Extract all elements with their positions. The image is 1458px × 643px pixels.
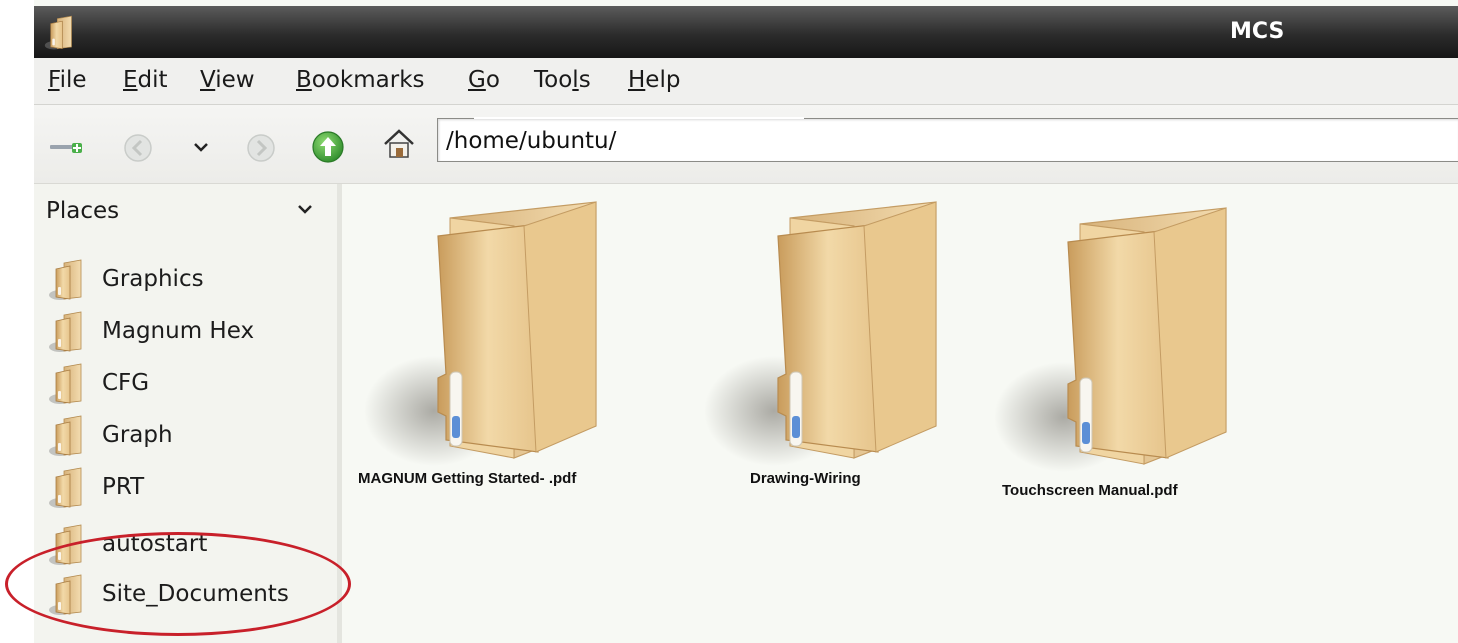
- file-label: MAGNUM Getting Started- .pdf: [358, 470, 577, 487]
- folder-icon: [48, 257, 84, 301]
- sidebar-item-magnum-hex[interactable]: Magnum Hex: [48, 306, 328, 356]
- file-item-drawing-wiring[interactable]: Drawing-Wiring: [682, 184, 942, 504]
- forward-button[interactable]: [244, 131, 278, 165]
- menu-go[interactable]: Go: [468, 67, 500, 93]
- sidebar-item-site-documents[interactable]: Site_Documents: [48, 569, 328, 619]
- location-highlight: [474, 117, 804, 119]
- menu-view[interactable]: View: [200, 67, 255, 93]
- menu-edit[interactable]: Edit: [123, 67, 168, 93]
- forward-icon: [247, 134, 275, 162]
- sidebar-item-label: CFG: [102, 370, 150, 396]
- sidebar-item-label: Magnum Hex: [102, 318, 255, 344]
- folder-icon: [48, 465, 84, 509]
- places-sidebar: Places Graphics Magnum Hex CFG Graph PRT: [34, 184, 342, 643]
- new-tab-button[interactable]: [46, 129, 86, 159]
- up-button[interactable]: [310, 129, 346, 165]
- title-bar: MCS: [34, 6, 1458, 58]
- menu-tools[interactable]: Tools: [534, 67, 591, 93]
- folder-icon: [364, 196, 604, 466]
- back-icon: [124, 134, 152, 162]
- new-tab-icon: [50, 143, 82, 153]
- places-header: Places: [46, 198, 120, 224]
- chevron-down-icon: [194, 143, 208, 152]
- sidebar-item-label: Graph: [102, 422, 173, 448]
- menu-help[interactable]: Help: [628, 67, 680, 93]
- folder-icon: [704, 196, 944, 466]
- sidebar-item-label: autostart: [102, 531, 208, 557]
- sidebar-item-label: Graphics: [102, 266, 204, 292]
- sidebar-item-cfg[interactable]: CFG: [48, 358, 328, 408]
- sidebar-item-graphics[interactable]: Graphics: [48, 254, 328, 304]
- chevron-down-icon: [298, 205, 312, 214]
- location-input[interactable]: /home/ubuntu/: [437, 118, 1458, 162]
- history-dropdown-button[interactable]: [191, 135, 211, 159]
- folder-icon: [48, 572, 84, 616]
- menu-bar: File Edit View Bookmarks Go Tools Help: [34, 58, 1458, 105]
- folder-icon: [994, 202, 1234, 472]
- places-dropdown-button[interactable]: [296, 202, 314, 221]
- home-button[interactable]: [382, 127, 416, 161]
- sidebar-item-label: Site_Documents: [102, 581, 289, 607]
- file-view: MAGNUM Getting Started- .pdf Drawing-Wir…: [342, 184, 1458, 643]
- folder-icon: [48, 413, 84, 457]
- sidebar-item-autostart[interactable]: autostart: [48, 519, 328, 569]
- file-item-touchscreen-manual[interactable]: Touchscreen Manual.pdf: [972, 184, 1272, 504]
- menu-bookmarks[interactable]: Bookmarks: [296, 67, 425, 93]
- window-title: MCS: [1230, 19, 1285, 44]
- file-item-magnum-getting-started[interactable]: MAGNUM Getting Started- .pdf: [342, 184, 642, 504]
- back-button[interactable]: [121, 131, 155, 165]
- home-icon: [384, 129, 414, 158]
- folder-icon: [48, 309, 84, 353]
- menu-file[interactable]: File: [48, 67, 87, 93]
- file-label: Touchscreen Manual.pdf: [1002, 482, 1178, 499]
- file-label: Drawing-Wiring: [750, 470, 861, 487]
- toolbar: /home/ubuntu/: [34, 105, 1458, 184]
- folder-icon: [48, 522, 84, 566]
- up-arrow-icon: [312, 131, 344, 163]
- sidebar-item-graph[interactable]: Graph: [48, 410, 328, 460]
- file-manager-window: MCS File Edit View Bookmarks Go Tools He…: [34, 0, 1458, 643]
- folder-app-icon: [44, 12, 74, 52]
- folder-icon: [48, 361, 84, 405]
- sidebar-item-label: PRT: [102, 474, 145, 500]
- sidebar-item-prt[interactable]: PRT: [48, 462, 328, 512]
